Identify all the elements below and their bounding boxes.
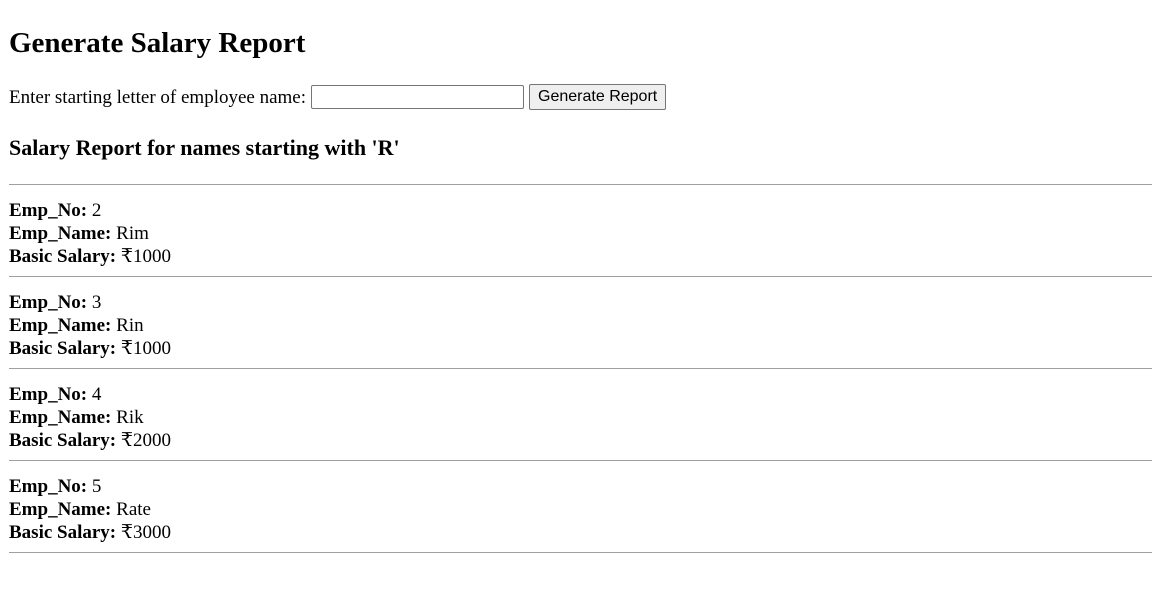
emp-name-label: Emp_Name: [9,499,112,520]
emp-no-line: Emp_No: 4 [9,383,1152,406]
emp-no-line: Emp_No: 5 [9,475,1152,498]
salary-label: Basic Salary: [9,430,117,451]
search-form: Enter starting letter of employee name: … [9,84,667,110]
emp-name-line: Emp_Name: Rin [9,314,1152,337]
report-heading: Salary Report for names starting with 'R… [9,135,400,160]
emp-no-line: Emp_No: 3 [9,291,1152,314]
salary-value: ₹1000 [120,338,171,359]
divider [9,552,1152,553]
salary-line: Basic Salary: ₹1000 [9,245,1152,268]
emp-name-label: Emp_Name: [9,223,112,244]
emp-name-line: Emp_Name: Rim [9,222,1152,245]
salary-value: ₹2000 [120,430,171,451]
emp-no-value: 2 [91,200,102,221]
starting-letter-input[interactable] [311,85,525,109]
emp-no-value: 5 [91,476,102,497]
page-title: Generate Salary Report [9,27,306,59]
emp-no-line: Emp_No: 2 [9,199,1152,222]
search-label: Enter starting letter of employee name: [9,86,307,108]
employee-record: Emp_No: 2 Emp_Name: Rim Basic Salary: ₹1… [9,185,1152,276]
emp-name-label: Emp_Name: [9,315,112,336]
salary-label: Basic Salary: [9,338,117,359]
generate-report-button[interactable]: Generate Report [529,84,667,110]
emp-no-value: 3 [91,292,102,313]
emp-name-line: Emp_Name: Rate [9,498,1152,521]
employee-record: Emp_No: 3 Emp_Name: Rin Basic Salary: ₹1… [9,277,1152,368]
emp-no-value: 4 [91,384,102,405]
emp-name-label: Emp_Name: [9,407,112,428]
emp-no-label: Emp_No: [9,476,88,497]
salary-label: Basic Salary: [9,522,117,543]
salary-line: Basic Salary: ₹2000 [9,429,1152,452]
salary-line: Basic Salary: ₹3000 [9,521,1152,544]
emp-name-value: Rate [116,499,151,520]
emp-name-value: Rik [116,407,144,428]
employee-record: Emp_No: 5 Emp_Name: Rate Basic Salary: ₹… [9,461,1152,552]
emp-name-value: Rim [116,223,149,244]
emp-no-label: Emp_No: [9,200,88,221]
emp-name-line: Emp_Name: Rik [9,406,1152,429]
salary-label: Basic Salary: [9,246,117,267]
salary-value: ₹3000 [120,522,171,543]
salary-report: Emp_No: 2 Emp_Name: Rim Basic Salary: ₹1… [9,184,1152,553]
salary-value: ₹1000 [120,246,171,267]
emp-no-label: Emp_No: [9,292,88,313]
emp-name-value: Rin [116,315,144,336]
employee-record: Emp_No: 4 Emp_Name: Rik Basic Salary: ₹2… [9,369,1152,460]
salary-line: Basic Salary: ₹1000 [9,337,1152,360]
emp-no-label: Emp_No: [9,384,88,405]
